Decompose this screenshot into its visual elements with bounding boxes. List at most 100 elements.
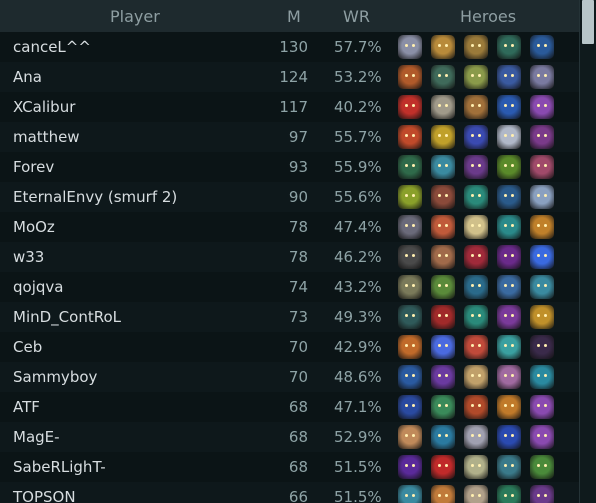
- hero-portrait-icon[interactable]: [431, 395, 455, 419]
- hero-portrait-icon[interactable]: [464, 245, 488, 269]
- hero-portrait-icon[interactable]: [398, 365, 422, 389]
- hero-portrait-icon[interactable]: [464, 215, 488, 239]
- hero-portrait-icon[interactable]: [530, 335, 554, 359]
- hero-portrait-icon[interactable]: [431, 35, 455, 59]
- hero-portrait-icon[interactable]: [431, 155, 455, 179]
- hero-portrait-icon[interactable]: [530, 395, 554, 419]
- hero-portrait-icon[interactable]: [530, 275, 554, 299]
- table-row[interactable]: SabeRLighT- 68 51.5%: [0, 452, 580, 482]
- player-name-link[interactable]: EternalEnvy (smurf 2): [13, 188, 177, 206]
- scrollbar-thumb[interactable]: [582, 0, 594, 44]
- hero-portrait-icon[interactable]: [398, 305, 422, 329]
- table-row[interactable]: Sammyboy 70 48.6%: [0, 362, 580, 392]
- hero-portrait-icon[interactable]: [530, 125, 554, 149]
- table-row[interactable]: EternalEnvy (smurf 2) 90 55.6%: [0, 182, 580, 212]
- hero-portrait-icon[interactable]: [530, 35, 554, 59]
- table-row[interactable]: MoOz 78 47.4%: [0, 212, 580, 242]
- player-name-link[interactable]: Forev: [13, 158, 54, 176]
- hero-portrait-icon[interactable]: [497, 65, 521, 89]
- hero-portrait-icon[interactable]: [497, 395, 521, 419]
- table-row[interactable]: matthew 97 55.7%: [0, 122, 580, 152]
- hero-portrait-icon[interactable]: [431, 365, 455, 389]
- table-row[interactable]: XCalibur 117 40.2%: [0, 92, 580, 122]
- hero-portrait-icon[interactable]: [497, 485, 521, 503]
- hero-portrait-icon[interactable]: [530, 215, 554, 239]
- player-name-link[interactable]: Ana: [13, 68, 42, 86]
- player-name-link[interactable]: qojqva: [13, 278, 63, 296]
- column-header-winrate[interactable]: WR: [343, 7, 370, 26]
- hero-portrait-icon[interactable]: [497, 245, 521, 269]
- table-row[interactable]: MinD_ContRoL 73 49.3%: [0, 302, 580, 332]
- hero-portrait-icon[interactable]: [497, 35, 521, 59]
- player-name-link[interactable]: SabeRLighT-: [13, 458, 106, 476]
- hero-portrait-icon[interactable]: [431, 185, 455, 209]
- player-name-link[interactable]: XCalibur: [13, 98, 75, 116]
- player-name-link[interactable]: MoOz: [13, 218, 55, 236]
- table-row[interactable]: TOPSON 66 51.5%: [0, 482, 580, 503]
- hero-portrait-icon[interactable]: [464, 65, 488, 89]
- hero-portrait-icon[interactable]: [497, 305, 521, 329]
- hero-portrait-icon[interactable]: [530, 245, 554, 269]
- hero-portrait-icon[interactable]: [398, 395, 422, 419]
- hero-portrait-icon[interactable]: [497, 95, 521, 119]
- hero-portrait-icon[interactable]: [530, 365, 554, 389]
- hero-portrait-icon[interactable]: [398, 95, 422, 119]
- player-name-link[interactable]: Ceb: [13, 338, 42, 356]
- hero-portrait-icon[interactable]: [497, 455, 521, 479]
- player-name-link[interactable]: matthew: [13, 128, 80, 146]
- hero-portrait-icon[interactable]: [530, 95, 554, 119]
- player-name-link[interactable]: ATF: [13, 398, 40, 416]
- hero-portrait-icon[interactable]: [431, 305, 455, 329]
- hero-portrait-icon[interactable]: [398, 35, 422, 59]
- hero-portrait-icon[interactable]: [530, 185, 554, 209]
- table-row[interactable]: qojqva 74 43.2%: [0, 272, 580, 302]
- hero-portrait-icon[interactable]: [464, 125, 488, 149]
- table-row[interactable]: canceL^^ 130 57.7%: [0, 32, 580, 62]
- hero-portrait-icon[interactable]: [431, 245, 455, 269]
- player-name-link[interactable]: Sammyboy: [13, 368, 97, 386]
- hero-portrait-icon[interactable]: [398, 455, 422, 479]
- player-name-link[interactable]: canceL^^: [13, 38, 91, 56]
- hero-portrait-icon[interactable]: [530, 305, 554, 329]
- hero-portrait-icon[interactable]: [497, 425, 521, 449]
- player-name-link[interactable]: MagE-: [13, 428, 60, 446]
- hero-portrait-icon[interactable]: [398, 125, 422, 149]
- hero-portrait-icon[interactable]: [398, 485, 422, 503]
- hero-portrait-icon[interactable]: [530, 155, 554, 179]
- hero-portrait-icon[interactable]: [464, 395, 488, 419]
- table-row[interactable]: ATF 68 47.1%: [0, 392, 580, 422]
- hero-portrait-icon[interactable]: [464, 335, 488, 359]
- column-header-player[interactable]: Player: [110, 7, 160, 26]
- table-row[interactable]: Ana 124 53.2%: [0, 62, 580, 92]
- hero-portrait-icon[interactable]: [497, 365, 521, 389]
- hero-portrait-icon[interactable]: [431, 455, 455, 479]
- hero-portrait-icon[interactable]: [497, 155, 521, 179]
- hero-portrait-icon[interactable]: [497, 215, 521, 239]
- hero-portrait-icon[interactable]: [398, 245, 422, 269]
- hero-portrait-icon[interactable]: [431, 275, 455, 299]
- hero-portrait-icon[interactable]: [398, 335, 422, 359]
- hero-portrait-icon[interactable]: [464, 185, 488, 209]
- hero-portrait-icon[interactable]: [464, 455, 488, 479]
- hero-portrait-icon[interactable]: [398, 425, 422, 449]
- hero-portrait-icon[interactable]: [497, 185, 521, 209]
- vertical-scrollbar[interactable]: [579, 0, 596, 503]
- hero-portrait-icon[interactable]: [431, 425, 455, 449]
- table-row[interactable]: Forev 93 55.9%: [0, 152, 580, 182]
- hero-portrait-icon[interactable]: [530, 485, 554, 503]
- table-row[interactable]: MagE- 68 52.9%: [0, 422, 580, 452]
- hero-portrait-icon[interactable]: [530, 65, 554, 89]
- hero-portrait-icon[interactable]: [530, 455, 554, 479]
- hero-portrait-icon[interactable]: [464, 425, 488, 449]
- hero-portrait-icon[interactable]: [464, 485, 488, 503]
- column-header-matches[interactable]: M: [287, 7, 301, 26]
- hero-portrait-icon[interactable]: [398, 185, 422, 209]
- hero-portrait-icon[interactable]: [398, 215, 422, 239]
- player-name-link[interactable]: TOPSON: [13, 488, 76, 503]
- hero-portrait-icon[interactable]: [431, 485, 455, 503]
- hero-portrait-icon[interactable]: [464, 155, 488, 179]
- hero-portrait-icon[interactable]: [464, 35, 488, 59]
- hero-portrait-icon[interactable]: [464, 275, 488, 299]
- hero-portrait-icon[interactable]: [431, 125, 455, 149]
- hero-portrait-icon[interactable]: [398, 275, 422, 299]
